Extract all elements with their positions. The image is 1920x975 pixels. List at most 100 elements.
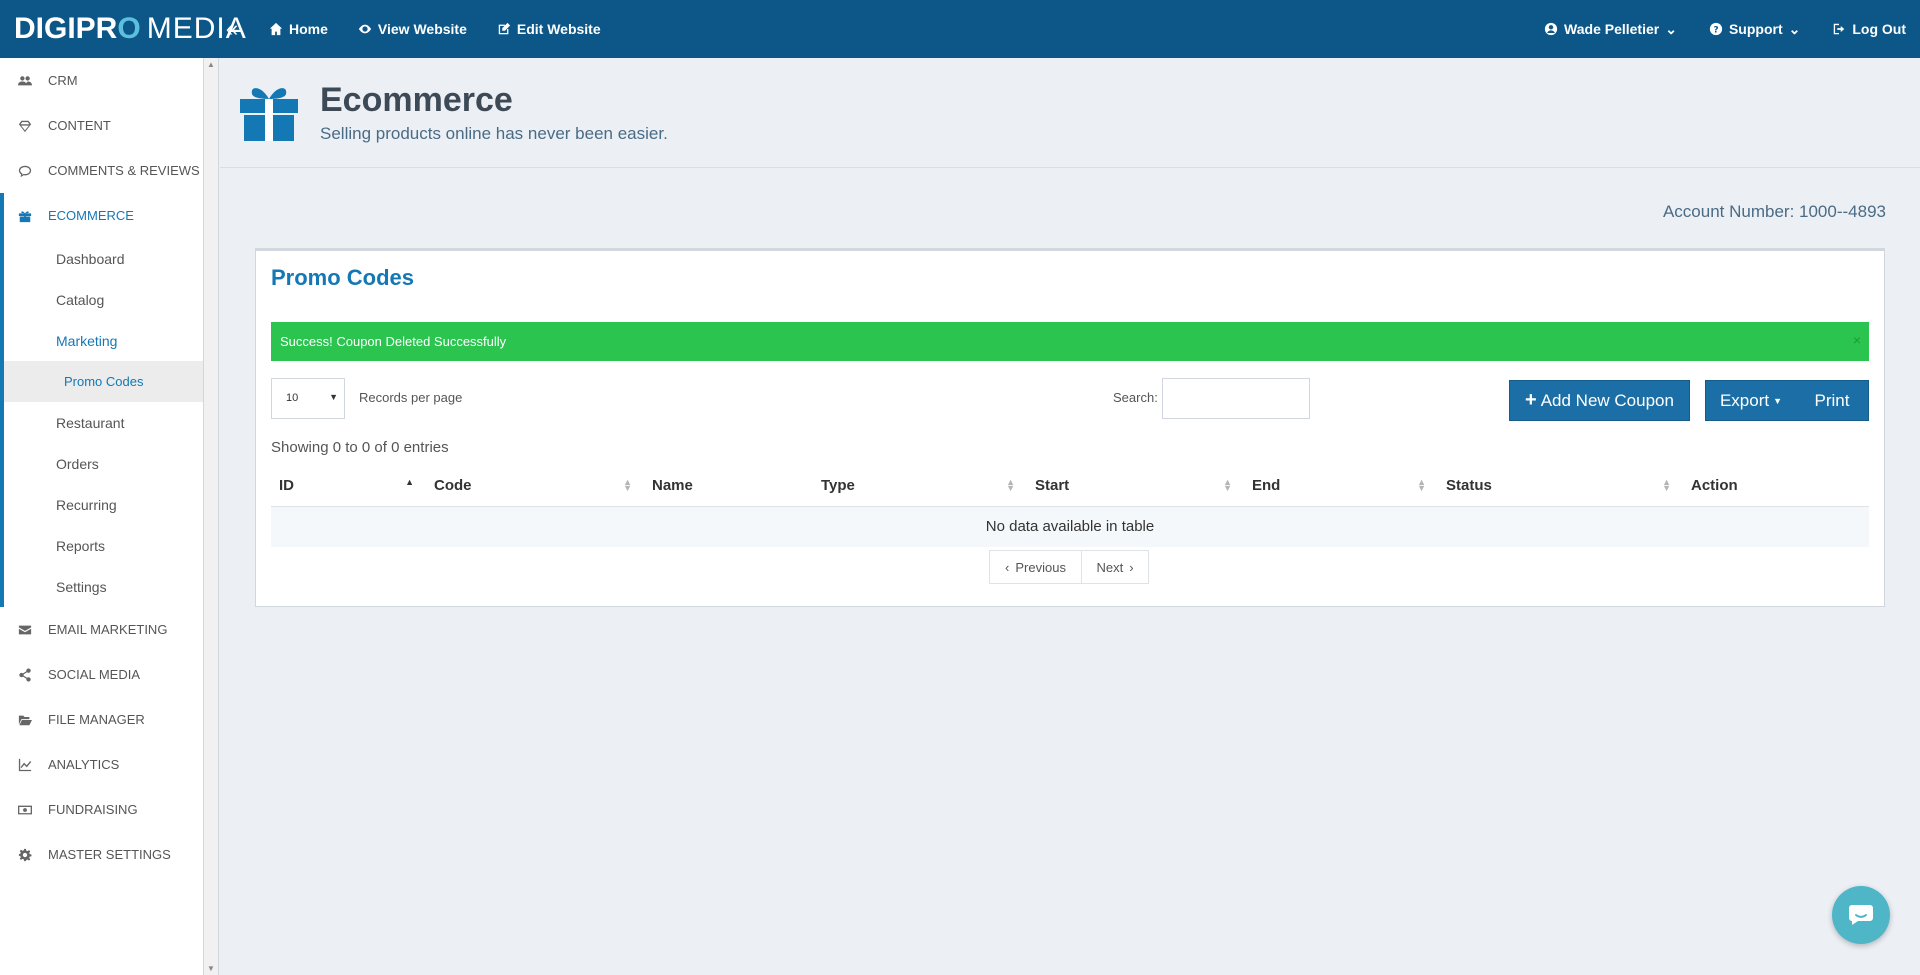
entries-info: Showing 0 to 0 of 0 entries	[271, 439, 449, 456]
main-content: Ecommerce Selling products online has ne…	[220, 58, 1920, 975]
gift-icon	[18, 210, 32, 222]
chevron-down-icon: ⌄	[1788, 20, 1801, 37]
close-icon[interactable]: ×	[1853, 332, 1861, 348]
sidebar-item-master-settings[interactable]: MASTER SETTINGS	[0, 832, 203, 877]
search-label: Search:	[1113, 390, 1158, 405]
column-label: ID	[279, 477, 294, 495]
chat-widget-button[interactable]	[1832, 886, 1890, 944]
page-title: Ecommerce	[320, 81, 513, 119]
scroll-down-arrow-icon[interactable]: ▼	[207, 964, 215, 973]
sidebar-item-label: EMAIL MARKETING	[48, 622, 168, 637]
print-button[interactable]: Print	[1796, 381, 1868, 420]
submenu-restaurant[interactable]: Restaurant	[4, 402, 203, 443]
envelope-icon	[18, 625, 32, 634]
user-menu[interactable]: Wade Pelletier ⌄	[1544, 21, 1677, 38]
empty-table-message: No data available in table	[271, 506, 1869, 547]
records-per-page-label: Records per page	[359, 390, 463, 405]
column-label: Type	[821, 477, 855, 495]
table-row: No data available in table	[271, 506, 1869, 547]
sort-asc-icon: ▲	[405, 477, 414, 487]
submenu-promo-codes[interactable]: Promo Codes	[4, 361, 203, 402]
chat-bubble-icon	[1849, 905, 1873, 925]
edit-website-link[interactable]: Edit Website	[497, 21, 601, 37]
submenu-orders[interactable]: Orders	[4, 443, 203, 484]
sort-icon: ▲ ▼	[1662, 477, 1671, 493]
sidebar-item-label: COMMENTS & REVIEWS	[48, 163, 200, 178]
sign-out-icon	[1834, 23, 1845, 35]
view-website-link[interactable]: View Website	[358, 21, 467, 37]
submenu-marketing[interactable]: Marketing	[4, 320, 203, 361]
gear-icon	[18, 848, 32, 861]
logout-label: Log Out	[1852, 21, 1906, 37]
sidebar-item-fundraising[interactable]: FUNDRAISING	[0, 787, 203, 832]
sort-icon: ▲ ▼	[623, 477, 632, 493]
column-header-end[interactable]: End ▲ ▼	[1244, 466, 1438, 507]
records-per-page-value: 10	[286, 392, 299, 404]
column-label: Name	[652, 477, 693, 495]
column-header-start[interactable]: Start ▲ ▼	[1027, 466, 1244, 507]
table-controls: 10 ▼ Records per page Search: + Add New …	[271, 378, 1869, 422]
sidebar-item-label: FUNDRAISING	[48, 802, 138, 817]
sort-icon: ▲ ▼	[1223, 477, 1232, 493]
view-website-label: View Website	[377, 21, 467, 37]
previous-page-button[interactable]: ‹ Previous	[989, 550, 1082, 584]
column-header-action: Action	[1683, 466, 1869, 507]
submenu-recurring[interactable]: Recurring	[4, 484, 203, 525]
line-chart-icon	[18, 758, 32, 771]
folder-open-icon	[18, 715, 32, 725]
column-header-status[interactable]: Status ▲ ▼	[1438, 466, 1683, 507]
logout-link[interactable]: Log Out	[1832, 21, 1906, 37]
submenu-dashboard[interactable]: Dashboard	[4, 238, 203, 279]
home-link-label: Home	[289, 21, 328, 37]
column-header-code[interactable]: Code ▲ ▼	[426, 466, 644, 507]
users-icon	[18, 75, 32, 85]
sidebar-item-content[interactable]: CONTENT	[0, 103, 203, 148]
promo-codes-table: ID ▲ Code ▲ ▼ Name Type ▲ ▼ Start ▲ ▼ End ▲ ▼ Sta…	[271, 466, 1869, 547]
ecommerce-submenu: Dashboard Catalog Marketing Promo Codes …	[0, 238, 203, 607]
column-label: Start	[1035, 477, 1070, 495]
next-page-button[interactable]: Next ›	[1082, 550, 1149, 584]
sort-icon: ▲ ▼	[1006, 477, 1015, 493]
sidebar-item-label: CONTENT	[48, 118, 111, 133]
sidebar-item-ecommerce[interactable]: ECOMMERCE	[0, 193, 203, 238]
sidebar-item-comments-reviews[interactable]: COMMENTS & REVIEWS	[0, 148, 203, 193]
home-link[interactable]: Home	[269, 21, 328, 37]
add-new-coupon-button[interactable]: + Add New Coupon	[1509, 380, 1690, 421]
sidebar-item-analytics[interactable]: ANALYTICS	[0, 742, 203, 787]
panel-title: Promo Codes	[271, 265, 415, 290]
chevron-down-icon: ⌄	[1665, 20, 1677, 37]
caret-down-icon: ▼	[1773, 395, 1783, 406]
export-print-group: Export ▼ Print	[1705, 380, 1869, 421]
submenu-reports[interactable]: Reports	[4, 525, 203, 566]
column-header-name[interactable]: Name	[644, 466, 813, 507]
scroll-up-arrow-icon[interactable]: ▲	[207, 60, 215, 69]
sidebar-item-file-manager[interactable]: FILE MANAGER	[0, 697, 203, 742]
sidebar-collapse-icon[interactable]: «	[207, 16, 257, 42]
sidebar-item-label: ECOMMERCE	[48, 208, 134, 223]
search-input[interactable]	[1162, 378, 1310, 419]
account-number: Account Number: 1000--4893	[1662, 202, 1886, 221]
column-header-id[interactable]: ID ▲	[271, 466, 426, 507]
table-header-row: ID ▲ Code ▲ ▼ Name Type ▲ ▼ Start ▲ ▼ End ▲ ▼ Sta…	[271, 466, 1869, 507]
sidebar-item-label: ANALYTICS	[48, 757, 120, 772]
add-new-coupon-label: Add New Coupon	[1540, 390, 1674, 410]
pagination: ‹ Previous Next ›	[989, 550, 1149, 584]
sidebar: CRM CONTENT COMMENTS & REVIEWS ECOMMERCE…	[0, 58, 204, 975]
export-label: Export	[1719, 390, 1770, 410]
records-per-page-select[interactable]: 10 ▼	[271, 378, 345, 419]
submenu-catalog[interactable]: Catalog	[4, 279, 203, 320]
sidebar-item-social-media[interactable]: SOCIAL MEDIA	[0, 652, 203, 697]
sidebar-item-email-marketing[interactable]: EMAIL MARKETING	[0, 607, 203, 652]
sidebar-item-crm[interactable]: CRM	[0, 58, 203, 103]
support-label: Support	[1728, 21, 1783, 37]
plus-icon: +	[1525, 389, 1537, 411]
sidebar-scrollbar[interactable]: ▲ ▼	[204, 58, 219, 975]
promo-codes-panel: Promo Codes Success! Coupon Deleted Succ…	[255, 248, 1885, 607]
export-button[interactable]: Export ▼	[1706, 381, 1796, 420]
submenu-settings[interactable]: Settings	[4, 566, 203, 607]
logo-text-digipro: DIGIPR	[14, 12, 118, 45]
column-header-type[interactable]: Type ▲ ▼	[813, 466, 1027, 507]
support-menu[interactable]: ? Support ⌄	[1709, 21, 1800, 38]
logo[interactable]: DIGIPR O MEDIA	[0, 0, 246, 58]
user-name: Wade Pelletier	[1564, 21, 1660, 37]
